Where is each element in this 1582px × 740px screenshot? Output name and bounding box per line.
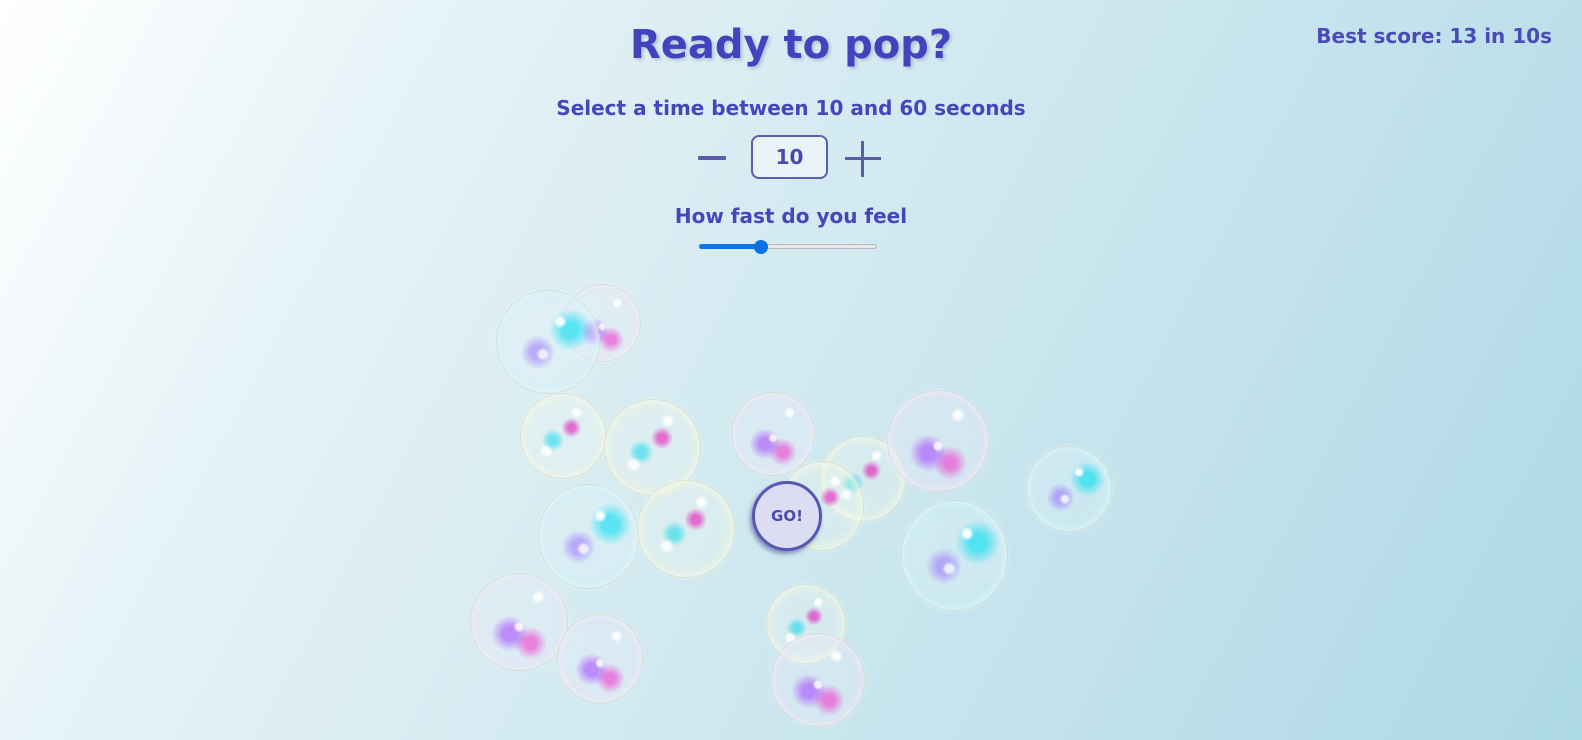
- speed-slider[interactable]: [699, 239, 877, 255]
- minus-icon[interactable]: [698, 150, 728, 166]
- bubble-image: [731, 392, 815, 476]
- bubble-image: [901, 500, 1008, 611]
- go-button[interactable]: GO!: [752, 481, 822, 551]
- time-value-box[interactable]: 10: [751, 135, 828, 179]
- bubble-image: [557, 614, 643, 704]
- bubble-image: [538, 484, 639, 589]
- bubble-image: [637, 480, 735, 578]
- speed-label: How fast do you feel: [674, 204, 908, 228]
- bubble-image: [520, 393, 606, 479]
- slider-thumb[interactable]: [754, 240, 769, 254]
- bubble-image: [470, 573, 568, 671]
- bubble-image: [496, 290, 600, 394]
- bubble-image: [771, 633, 865, 727]
- slider-fill: [699, 244, 762, 249]
- plus-icon[interactable]: [845, 141, 881, 177]
- bubble-image: [1026, 446, 1112, 532]
- bubble-image: [887, 390, 989, 492]
- page-title: Ready to pop?: [629, 22, 953, 68]
- time-prompt: Select a time between 10 and 60 seconds: [556, 96, 1026, 120]
